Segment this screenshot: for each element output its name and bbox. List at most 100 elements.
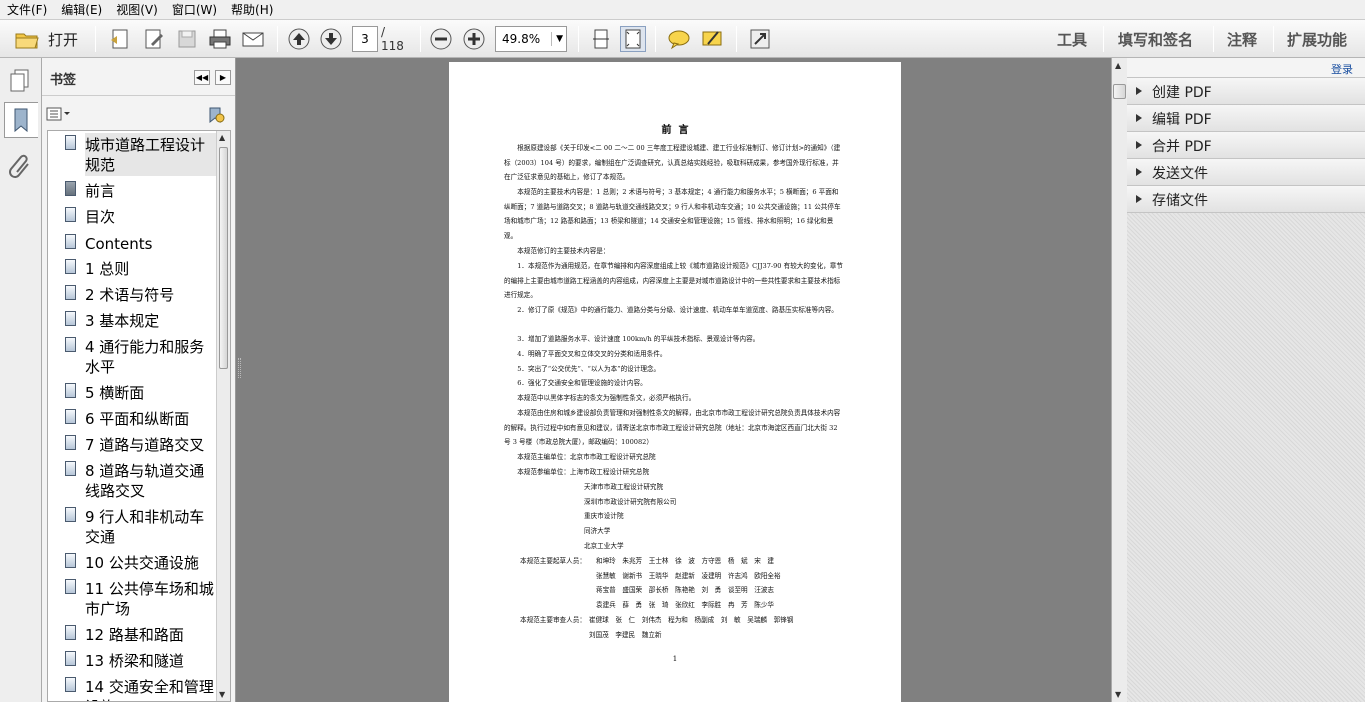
combine-pdf-item[interactable]: 合并 PDF: [1127, 132, 1365, 159]
reviewers-label: 本规范主要审查人员：: [520, 616, 586, 624]
folder-icon: [15, 33, 39, 49]
expand-arrow-icon: [1136, 141, 1142, 149]
menu-help[interactable]: 帮助(H): [224, 1, 280, 18]
page-number-input[interactable]: 3: [352, 26, 378, 52]
edit-icon[interactable]: [141, 26, 167, 52]
paragraph: 本规范由住房和城乡建设部负责管理和对强制性条文的解释，由北京市市政工程设计研究总…: [504, 409, 841, 447]
expand-panel-icon[interactable]: ▶: [215, 70, 231, 85]
next-page-icon[interactable]: [318, 26, 344, 52]
page-thumbnails-icon[interactable]: [8, 68, 34, 94]
scroll-down-arrow[interactable]: ▼: [1115, 690, 1121, 699]
email-icon[interactable]: [240, 26, 266, 52]
expand-arrow-icon: [1136, 87, 1142, 95]
comment-icon[interactable]: [666, 26, 692, 52]
fullscreen-icon[interactable]: [747, 26, 773, 52]
fit-page-icon[interactable]: [620, 26, 646, 52]
bookmark-flag-icon: [65, 181, 76, 196]
paragraph: 3．增加了道路服务水平、设计速度 100km/h 的平纵技术指标、景观设计等内容…: [517, 335, 760, 343]
document-scrollbar[interactable]: ▲ ▼: [1111, 58, 1127, 702]
bookmark-flag-icon: [65, 507, 76, 522]
bookmark-flag-icon: [65, 234, 76, 249]
bookmark-flag-icon: [65, 285, 76, 300]
participant-list: 天津市市政工程设计研究院 深圳市市政设计研究院有限公司 重庆市设计院 同济大学 …: [584, 480, 834, 554]
paragraph: 5．突出了“公交优先”、“以人为本”的设计理念。: [517, 365, 661, 373]
send-file-item[interactable]: 发送文件: [1127, 159, 1365, 186]
scroll-thumb[interactable]: [219, 147, 228, 369]
tools-panel-header: 登录: [1127, 58, 1365, 78]
paragraph: 本规范的主要技术内容是：1 总则；2 术语与符号；3 基本规定；4 通行能力和服…: [504, 188, 841, 241]
bookmarks-title: 书签: [50, 73, 77, 88]
save-icon[interactable]: [174, 26, 200, 52]
bookmarks-header: 书签 ◀◀ ▶: [42, 58, 235, 96]
page-number-footer: 1: [672, 655, 678, 663]
expand-arrow-icon: [1136, 114, 1142, 122]
bookmarks-panel: 书签 ◀◀ ▶ 城市道路工程设计规范 前言 目次 Contents 1 总则 2…: [42, 58, 236, 702]
zoom-select[interactable]: 49.8% ▼: [495, 26, 567, 52]
paragraph: 根据原建设部《关于印发<二 00 二～二 00 三年度工程建设城建、建工行业标准…: [504, 144, 841, 182]
bookmark-tree[interactable]: 城市道路工程设计规范 前言 目次 Contents 1 总则 2 术语与符号 3…: [47, 130, 231, 702]
bookmark-flag-icon: [65, 435, 76, 450]
bookmarks-tab-icon[interactable]: [4, 102, 38, 138]
bookmark-flag-icon: [65, 259, 76, 274]
open-button[interactable]: 打开: [8, 26, 84, 52]
store-file-item[interactable]: 存储文件: [1127, 186, 1365, 213]
fit-width-icon[interactable]: [588, 26, 614, 52]
paragraph: 本规范中以黑体字标志的条文为强制性条文，必须严格执行。: [517, 394, 696, 402]
bookmark-flag-icon: [65, 461, 76, 476]
drafters-line: 张慧敏 谢新书 王晓华 赵建新 凌建明 许志鸿 欧阳全裕: [596, 571, 781, 580]
navigation-strip: [0, 58, 42, 702]
panel-resize-handle[interactable]: [238, 358, 241, 378]
participant: 深圳市市政设计研究院有限公司: [584, 497, 677, 506]
menu-view[interactable]: 视图(V): [109, 1, 165, 18]
attachment-icon[interactable]: [8, 152, 34, 180]
panel-empty-area: [1127, 213, 1365, 702]
paragraph: 1．本规范作为通用规范，在章节编排和内容深度组成上较《城市道路设计规范》CJJ3…: [504, 262, 843, 300]
expand-arrow-icon: [1136, 195, 1142, 203]
chevron-down-icon: ▼: [551, 32, 563, 46]
tools-panel: 登录 创建 PDF 编辑 PDF 合并 PDF 发送文件 存储文件: [1127, 58, 1365, 702]
paragraph: 4．明确了平面交叉和立体交叉的分类和适用条件。: [517, 350, 667, 358]
page-total: / 118: [381, 25, 404, 53]
bookmark-flag-icon: [65, 207, 76, 222]
tools-button[interactable]: 工具: [1057, 29, 1087, 50]
menu-window[interactable]: 窗口(W): [165, 1, 224, 18]
bookmark-flag-icon: [65, 337, 76, 352]
menu-bar: 文件(F) 编辑(E) 视图(V) 窗口(W) 帮助(H): [0, 0, 1365, 20]
reviewers-line: 刘国茂 李建民 魏立新: [589, 630, 662, 639]
participant: 天津市市政工程设计研究院: [584, 483, 664, 491]
zoom-out-icon[interactable]: [428, 26, 454, 52]
scroll-up-arrow[interactable]: ▲: [219, 133, 225, 142]
scroll-thumb[interactable]: [1113, 84, 1126, 99]
page-heading: 前 言: [661, 125, 689, 136]
extended-button[interactable]: 扩展功能: [1287, 29, 1347, 50]
scroll-down-arrow[interactable]: ▼: [219, 690, 225, 699]
bookmarks-scrollbar[interactable]: ▲ ▼: [216, 131, 230, 701]
drafters-line: 蒋宝普 盛国荣 邵长桥 陈艳艳 刘 勇 谈至明 汪波志: [596, 586, 775, 595]
bookmark-flag-icon: [65, 311, 76, 326]
create-icon[interactable]: [107, 26, 133, 52]
login-link[interactable]: 登录: [1331, 61, 1353, 77]
zoom-in-icon[interactable]: [461, 26, 487, 52]
create-pdf-item[interactable]: 创建 PDF: [1127, 78, 1365, 105]
print-icon[interactable]: [207, 26, 233, 52]
highlight-icon[interactable]: [699, 26, 725, 52]
bookmark-flag-icon: [65, 625, 76, 640]
fill-sign-button[interactable]: 填写和签名: [1118, 29, 1193, 50]
collapse-panel-icon[interactable]: ◀◀: [194, 70, 210, 85]
bookmark-flag-icon: [65, 409, 76, 424]
menu-file[interactable]: 文件(F): [0, 1, 54, 18]
scroll-up-arrow[interactable]: ▲: [1115, 61, 1121, 70]
bookmark-settings-icon[interactable]: [206, 106, 226, 124]
prev-page-icon[interactable]: [286, 26, 312, 52]
options-menu-icon[interactable]: [46, 106, 72, 124]
reviewers-list: 崔健球 张 仁 刘伟杰 程为和 杨副成 刘 敏 吴瑞麟 郭锋钢 刘国茂 李建民 …: [589, 613, 869, 642]
menu-edit[interactable]: 编辑(E): [54, 1, 109, 18]
expand-arrow-icon: [1136, 168, 1142, 176]
bookmark-flag-icon: [65, 135, 76, 150]
drafters-label: 本规范主要起草人员：: [520, 557, 586, 565]
edit-pdf-item[interactable]: 编辑 PDF: [1127, 105, 1365, 132]
bookmark-flag-icon: [65, 383, 76, 398]
paragraph: 本规范修订的主要技术内容是：: [517, 247, 610, 255]
drafters-list: 和坤玲 朱兆芳 王士林 徐 波 方守恩 杨 斌 宋 建 张慧敏 谢新书 王晓华 …: [596, 554, 856, 613]
comment-button[interactable]: 注释: [1227, 29, 1257, 50]
